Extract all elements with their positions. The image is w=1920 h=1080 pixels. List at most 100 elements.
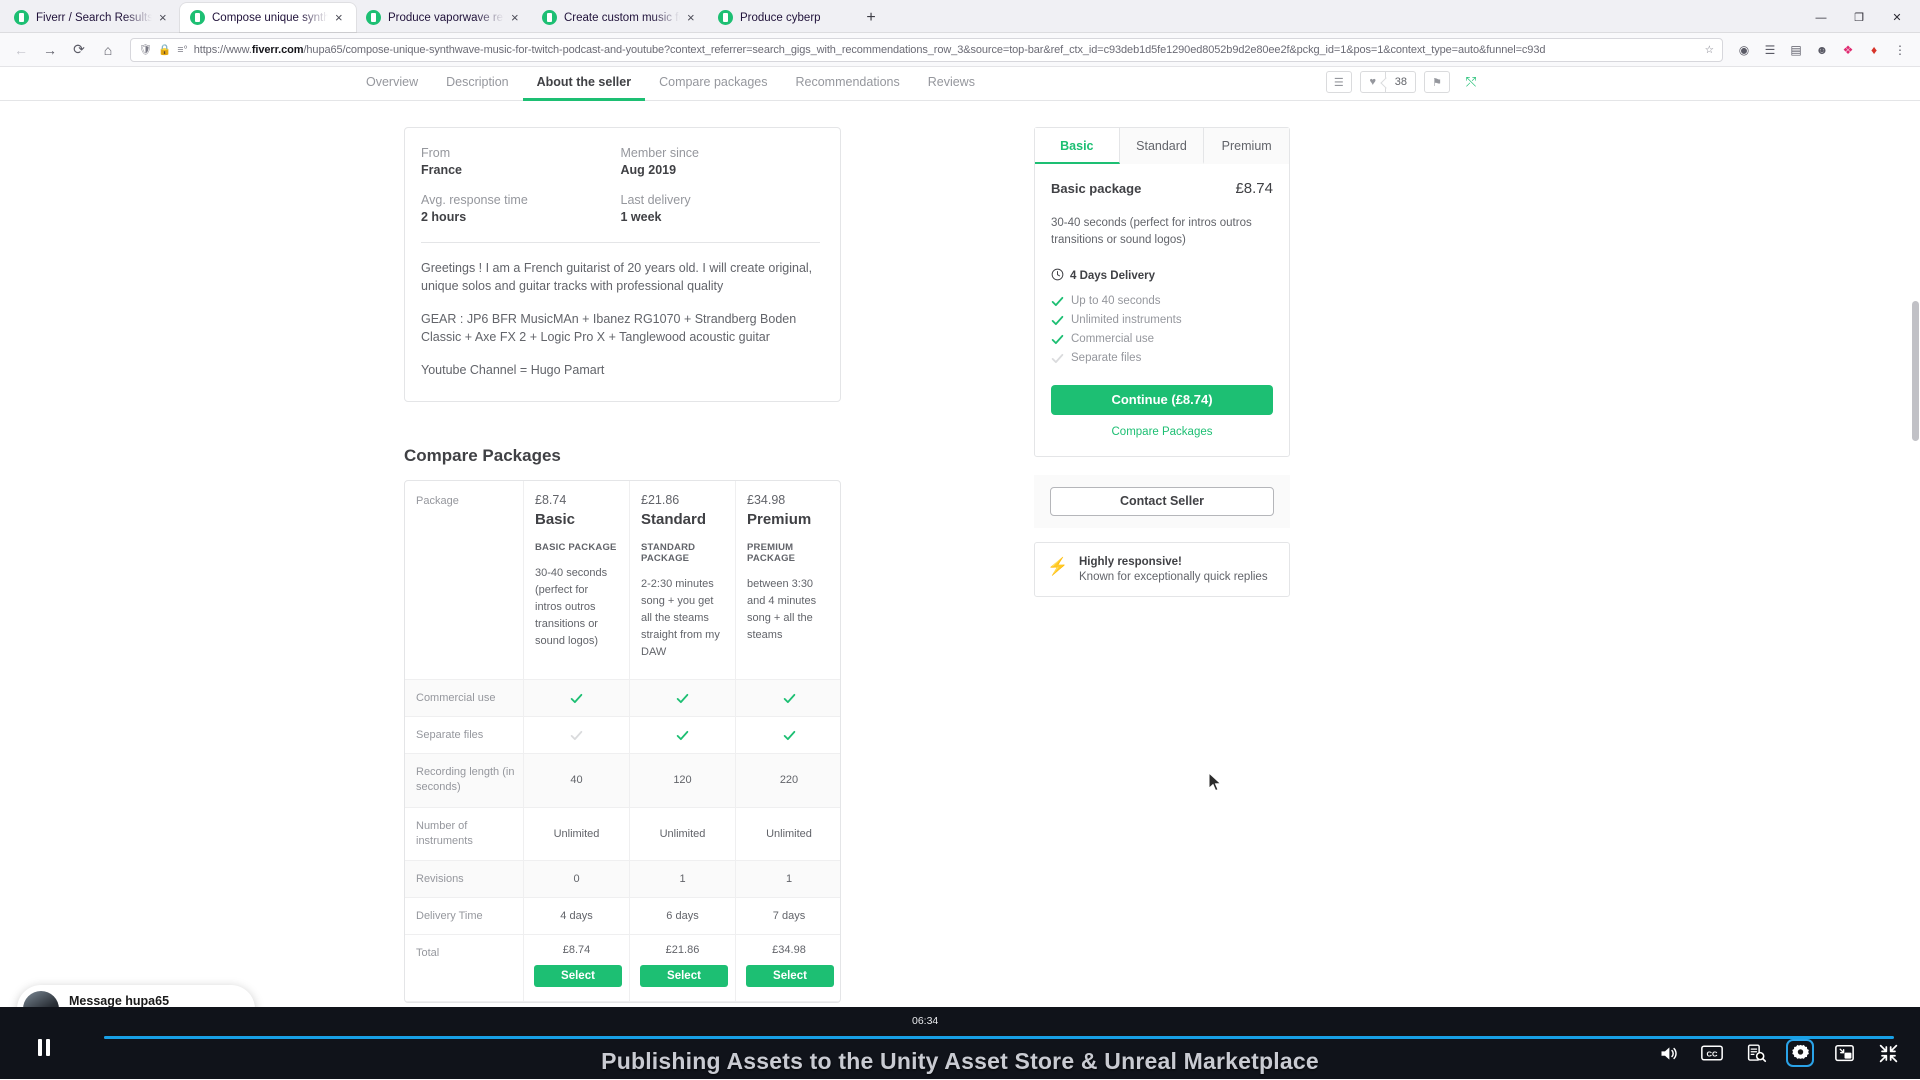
flag-icon[interactable]: ⚑ xyxy=(1424,71,1450,93)
cell-value: Unlimited xyxy=(524,807,630,862)
highly-responsive-card: ⚡ Highly responsive! Known for exception… xyxy=(1034,541,1290,597)
picture-in-picture-icon[interactable] xyxy=(1832,1041,1856,1065)
collect-control[interactable]: ♥ 38 xyxy=(1359,71,1416,93)
total-column-basic: £8.74 Select xyxy=(524,935,630,1003)
check-on-icon xyxy=(1051,333,1064,346)
check-on-icon xyxy=(524,680,630,718)
compare-packages-table: Package £8.74 Basic BASIC PACKAGE 30-40 … xyxy=(404,479,841,1004)
total-column-standard: £21.86 Select xyxy=(630,935,736,1003)
tab-about-the-seller[interactable]: About the seller xyxy=(522,67,646,101)
collect-count: 38 xyxy=(1385,71,1416,93)
menu-icon[interactable]: ☰ xyxy=(1325,71,1352,93)
seller-bio: Greetings ! I am a French guitarist of 2… xyxy=(421,259,820,379)
tab-premium[interactable]: Premium xyxy=(1204,128,1290,164)
seller-stats: From France Avg. response time 2 hours M… xyxy=(421,146,820,240)
forward-icon[interactable]: → xyxy=(37,37,63,63)
pause-icon xyxy=(38,1038,42,1056)
browser-tab-3[interactable]: Produce vaporwave retrowave s × xyxy=(356,3,532,32)
tab-reviews[interactable]: Reviews xyxy=(914,67,989,101)
browser-window: Fiverr / Search Results for 'synth × Com… xyxy=(0,0,1920,1080)
sidebar-icon[interactable]: ▤ xyxy=(1784,38,1808,62)
cell-value: 6 days xyxy=(630,898,736,936)
overflow-menu-icon[interactable]: ⋮ xyxy=(1888,38,1912,62)
select-standard-button[interactable]: Select xyxy=(640,965,728,988)
volume-icon[interactable] xyxy=(1656,1041,1680,1065)
account-icon[interactable]: ☻ xyxy=(1810,38,1834,62)
close-icon[interactable]: × xyxy=(335,11,347,24)
package-tag: BASIC PACKAGE xyxy=(535,541,617,553)
video-controls: CC xyxy=(1656,1039,1900,1067)
select-basic-button[interactable]: Select xyxy=(534,965,622,988)
stat-last-delivery: Last delivery 1 week xyxy=(621,193,821,224)
svg-text:CC: CC xyxy=(1707,1050,1718,1059)
table-row: Commercial use xyxy=(405,680,840,718)
fiverr-favicon-icon xyxy=(366,10,381,25)
new-tab-button[interactable]: + xyxy=(858,3,884,32)
table-row: Package £8.74 Basic BASIC PACKAGE 30-40 … xyxy=(405,480,840,681)
feature-label: Unlimited instruments xyxy=(1071,314,1182,326)
package-selector-panel: Basic Standard Premium Basic package £8.… xyxy=(1034,127,1290,457)
browser-tab-5[interactable]: Produce cyberp xyxy=(708,3,858,32)
tab-compare-packages[interactable]: Compare packages xyxy=(645,67,781,101)
package-price: £34.98 xyxy=(747,492,786,507)
play-pause-button[interactable] xyxy=(30,1033,58,1061)
continue-button[interactable]: Continue (£8.74) xyxy=(1051,384,1273,415)
cell-value: 120 xyxy=(630,754,736,808)
mouse-cursor xyxy=(1208,772,1222,792)
page-viewport: Overview Description About the seller Co… xyxy=(0,67,1920,1079)
stat-value: 2 hours xyxy=(421,210,467,224)
package-name: Premium xyxy=(747,510,812,528)
select-premium-button[interactable]: Select xyxy=(746,965,834,988)
bookmark-star-icon[interactable]: ☆ xyxy=(1705,44,1714,56)
tab-description[interactable]: Description xyxy=(432,67,523,101)
tab-standard[interactable]: Standard xyxy=(1119,128,1205,164)
share-icon[interactable]: ⤲ xyxy=(1458,71,1484,93)
browser-tab-2[interactable]: Compose unique synthwave da × xyxy=(180,3,356,32)
library-icon[interactable]: ☰ xyxy=(1758,38,1782,62)
home-icon[interactable]: ⌂ xyxy=(95,37,121,63)
contact-seller-button[interactable]: Contact Seller xyxy=(1050,486,1274,516)
feature-item: Commercial use xyxy=(1051,330,1273,349)
page-scrollbar[interactable] xyxy=(1911,101,1920,1079)
compare-packages-link[interactable]: Compare Packages xyxy=(1051,426,1273,438)
package-tag: STANDARD PACKAGE xyxy=(641,541,696,564)
scrollbar-thumb[interactable] xyxy=(1912,301,1919,441)
close-icon[interactable]: × xyxy=(159,11,171,24)
package-description: 2-2:30 minutes song + you get all the st… xyxy=(641,577,720,659)
save-to-pocket-icon[interactable]: ◉ xyxy=(1732,38,1756,62)
left-column: From France Avg. response time 2 hours M… xyxy=(404,127,964,1004)
stat-value: 1 week xyxy=(620,210,662,224)
browser-tab-1[interactable]: Fiverr / Search Results for 'synth × xyxy=(4,3,180,32)
tab-basic[interactable]: Basic xyxy=(1035,128,1120,164)
extension-shield-icon[interactable]: ♦ xyxy=(1862,38,1886,62)
gear-icon[interactable] xyxy=(1786,1039,1814,1067)
minimize-button[interactable]: — xyxy=(1802,3,1840,32)
reader-view-icon[interactable]: ≡° xyxy=(177,44,187,56)
toolbar-extensions: ◉ ☰ ▤ ☻ ❖ ♦ ⋮ xyxy=(1732,38,1912,62)
captions-icon[interactable]: CC xyxy=(1700,1041,1724,1065)
close-window-button[interactable]: ✕ xyxy=(1878,3,1916,32)
address-bar[interactable]: 🛡 🔒 ≡° https://www.fiverr.com/hupa65/com… xyxy=(130,37,1723,62)
back-icon[interactable]: ← xyxy=(8,37,34,63)
tab-title: Create custom music for your v xyxy=(564,11,680,24)
cell-value: 7 days xyxy=(736,898,840,936)
tab-overview[interactable]: Overview xyxy=(352,67,432,101)
transcript-search-icon[interactable] xyxy=(1744,1041,1768,1065)
row-label: Revisions xyxy=(405,861,524,899)
check-on-icon xyxy=(1051,314,1064,327)
table-row: Delivery Time 4 days 6 days 7 days xyxy=(405,898,840,936)
browser-tab-4[interactable]: Create custom music for your v × xyxy=(532,3,708,32)
reload-icon[interactable]: ⟳ xyxy=(66,37,92,63)
total-price: £34.98 xyxy=(772,944,806,957)
extension-icon[interactable]: ❖ xyxy=(1836,38,1860,62)
gig-section-nav: Overview Description About the seller Co… xyxy=(0,67,1920,101)
exit-fullscreen-icon[interactable] xyxy=(1876,1041,1900,1065)
check-on-icon xyxy=(630,717,736,755)
maximize-button[interactable]: ❐ xyxy=(1840,3,1878,32)
row-label: Package xyxy=(405,480,524,681)
row-label: Total xyxy=(405,935,524,1003)
close-icon[interactable]: × xyxy=(511,11,523,24)
close-icon[interactable]: × xyxy=(687,11,699,24)
tab-recommendations[interactable]: Recommendations xyxy=(782,67,914,101)
video-progress-bar[interactable]: 06:34 xyxy=(0,1015,1920,1039)
